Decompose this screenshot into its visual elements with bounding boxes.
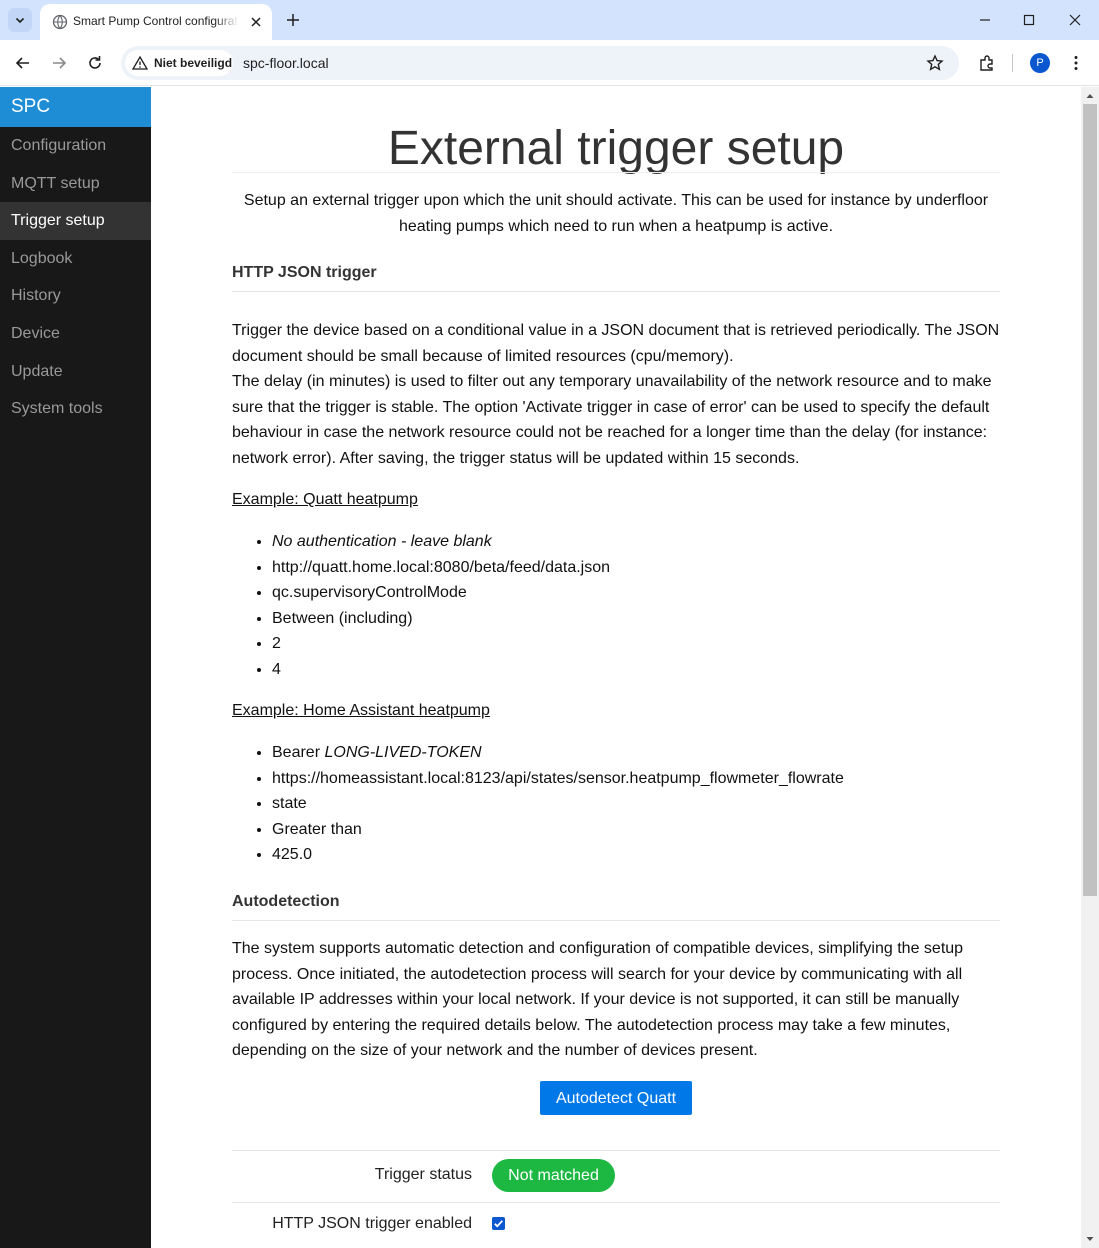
- vertical-scrollbar[interactable]: [1081, 87, 1099, 1248]
- http-trigger-description: Trigger the device based on a conditiona…: [232, 318, 1000, 472]
- title-divider: [232, 172, 1000, 173]
- url-text[interactable]: spc-floor.local: [243, 55, 329, 71]
- nav-item-history[interactable]: History: [0, 277, 151, 315]
- back-arrow-icon[interactable]: [13, 53, 33, 73]
- form-divider: [232, 1150, 1000, 1151]
- scroll-down-arrow-icon[interactable]: [1085, 1234, 1095, 1244]
- http-json-trigger-enabled-checkbox[interactable]: [492, 1217, 505, 1230]
- minimize-icon[interactable]: [975, 10, 995, 30]
- nav-item-device[interactable]: Device: [0, 315, 151, 353]
- section-divider: [232, 291, 1000, 292]
- close-window-icon[interactable]: [1065, 10, 1085, 30]
- list-item: 425.0: [272, 842, 1000, 868]
- more-menu-icon[interactable]: [1066, 53, 1086, 73]
- sidebar: SPC Configuration MQTT setup Trigger set…: [0, 87, 151, 1248]
- trigger-status-badge: Not matched: [492, 1159, 615, 1192]
- form-divider: [232, 1202, 1000, 1203]
- list-item: 2: [272, 631, 1000, 657]
- checkmark-icon: [494, 1220, 503, 1228]
- section-divider: [232, 920, 1000, 921]
- security-chip[interactable]: Niet beveiligd: [125, 50, 233, 76]
- scrollbar-thumb[interactable]: [1083, 104, 1097, 896]
- list-item: Bearer LONG-LIVED-TOKEN: [272, 740, 1000, 766]
- page-title: External trigger setup: [387, 122, 845, 175]
- profile-avatar[interactable]: P: [1030, 53, 1050, 73]
- extensions-icon[interactable]: [977, 53, 997, 73]
- http-json-trigger-enabled-label: HTTP JSON trigger enabled: [272, 1215, 472, 1232]
- list-item: Between (including): [272, 606, 1000, 632]
- browser-tab[interactable]: Smart Pump Control configuratie: [40, 4, 272, 40]
- nav-item-logbook[interactable]: Logbook: [0, 240, 151, 278]
- warning-icon: [132, 55, 148, 70]
- autodetection-heading: Autodetection: [232, 893, 340, 910]
- maximize-icon[interactable]: [1019, 10, 1039, 30]
- list-item: http://quatt.home.local:8080/beta/feed/d…: [272, 555, 1000, 581]
- list-item: 4: [272, 657, 1000, 683]
- brand-heading[interactable]: SPC: [0, 87, 151, 127]
- new-tab-icon[interactable]: [283, 10, 303, 30]
- example-ha-heading: Example: Home Assistant heatpump: [232, 702, 490, 719]
- browser-toolbar: Niet beveiligd spc-floor.local P: [0, 40, 1099, 86]
- list-item: state: [272, 791, 1000, 817]
- autodetection-text: The system supports automatic detection …: [232, 940, 964, 1060]
- example-quatt-heading: Example: Quatt heatpump: [232, 491, 418, 508]
- example-ha-list: Bearer LONG-LIVED-TOKEN https://homeassi…: [232, 740, 1000, 868]
- bookmark-star-icon[interactable]: [925, 53, 945, 73]
- list-item: Greater than: [272, 817, 1000, 843]
- page-viewport: SPC Configuration MQTT setup Trigger set…: [0, 87, 1099, 1248]
- http-trigger-para1: Trigger the device based on a conditiona…: [232, 322, 1000, 365]
- nav-item-mqtt-setup[interactable]: MQTT setup: [0, 165, 151, 203]
- browser-tab-bar: Smart Pump Control configuratie: [0, 0, 1099, 40]
- nav-item-system-tools[interactable]: System tools: [0, 390, 151, 428]
- http-trigger-para2: The delay (in minutes) is used to filter…: [232, 373, 992, 467]
- security-label: Niet beveiligd: [154, 56, 233, 70]
- chevron-down-icon: [15, 17, 25, 24]
- scroll-up-arrow-icon[interactable]: [1085, 91, 1095, 101]
- tab-search-button[interactable]: [8, 8, 32, 32]
- close-tab-icon[interactable]: [248, 14, 264, 30]
- nav-item-update[interactable]: Update: [0, 353, 151, 391]
- forward-arrow-icon[interactable]: [49, 53, 69, 73]
- globe-icon: [52, 14, 68, 30]
- autodetect-quatt-button[interactable]: Autodetect Quatt: [540, 1081, 692, 1115]
- list-item: qc.supervisoryControlMode: [272, 580, 1000, 606]
- nav-item-configuration[interactable]: Configuration: [0, 127, 151, 165]
- toolbar-divider: [1012, 54, 1013, 72]
- reload-icon[interactable]: [85, 53, 105, 73]
- intro-text: Setup an external trigger upon which the…: [243, 192, 989, 235]
- example-quatt-list: No authentication - leave blank http://q…: [232, 529, 1000, 683]
- nav-item-trigger-setup[interactable]: Trigger setup: [0, 202, 151, 240]
- tab-title: Smart Pump Control configuratie: [73, 14, 239, 28]
- http-trigger-heading: HTTP JSON trigger: [232, 264, 377, 281]
- address-bar[interactable]: Niet beveiligd spc-floor.local: [121, 46, 959, 80]
- main-content: External trigger setup Setup an external…: [151, 87, 1081, 1248]
- trigger-status-label: Trigger status: [374, 1166, 472, 1183]
- list-item: https://homeassistant.local:8123/api/sta…: [272, 766, 1000, 792]
- list-item: No authentication - leave blank: [272, 529, 1000, 555]
